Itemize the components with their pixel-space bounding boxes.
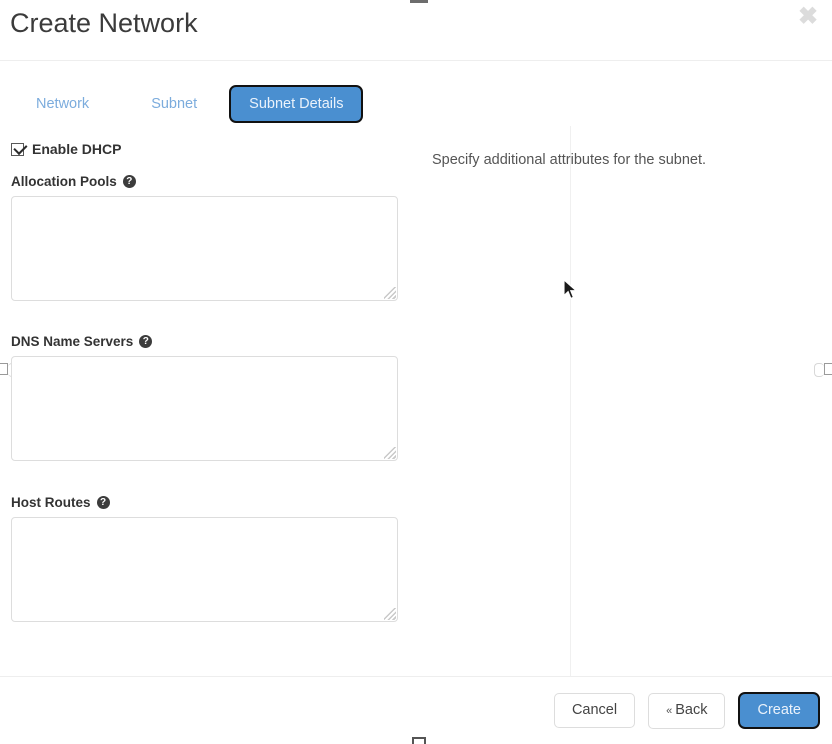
tab-bar: Network Subnet Subnet Details [0,82,832,126]
help-circle-icon[interactable]: ? [96,496,110,509]
enable-dhcp-label: Enable DHCP [32,141,122,157]
create-button[interactable]: Create [738,692,820,729]
field-host-routes: Host Routes ? [11,495,398,622]
checkbox-checked-icon[interactable] [11,142,24,156]
field-label: Host Routes ? [11,495,398,510]
host-routes-textarea[interactable] [11,517,398,622]
dns-name-servers-textarea[interactable] [11,356,398,461]
back-button-label: Back [675,701,708,718]
tab-subnet[interactable]: Subnet [133,85,215,123]
help-circle-icon[interactable]: ? [122,175,136,188]
column-divider [570,126,571,676]
modal-body: Enable DHCP Allocation Pools ? DNS Name … [0,126,832,676]
close-icon[interactable]: ✖ [795,4,821,30]
chevron-left-double-icon: « [666,704,673,717]
modal-header: Create Network ✖ [0,0,832,61]
back-button[interactable]: «Back [648,692,726,729]
field-allocation-pools: Allocation Pools ? [11,174,398,301]
tab-network[interactable]: Network [18,85,107,123]
help-circle-icon[interactable]: ? [139,335,153,348]
field-label: Allocation Pools ? [11,174,398,189]
textarea-wrapper [11,196,398,301]
side-panel: Specify additional attributes for the su… [432,150,762,170]
create-network-modal: Create Network ✖ Network Subnet Subnet D… [0,0,832,744]
textarea-wrapper [11,517,398,622]
field-label-text: Host Routes [11,495,91,510]
enable-dhcp-checkbox-row[interactable]: Enable DHCP [11,141,121,157]
field-label: DNS Name Servers ? [11,334,398,349]
field-label-text: Allocation Pools [11,174,117,189]
textarea-wrapper [11,356,398,461]
field-label-text: DNS Name Servers [11,334,134,349]
page-title: Create Network [10,8,198,38]
helper-text: Specify additional attributes for the su… [432,152,707,168]
field-dns-name-servers: DNS Name Servers ? [11,334,398,461]
cancel-button[interactable]: Cancel [553,693,636,728]
modal-footer: Cancel «Back Create [0,676,832,744]
tab-subnet-details[interactable]: Subnet Details [229,85,364,123]
allocation-pools-textarea[interactable] [11,196,398,301]
